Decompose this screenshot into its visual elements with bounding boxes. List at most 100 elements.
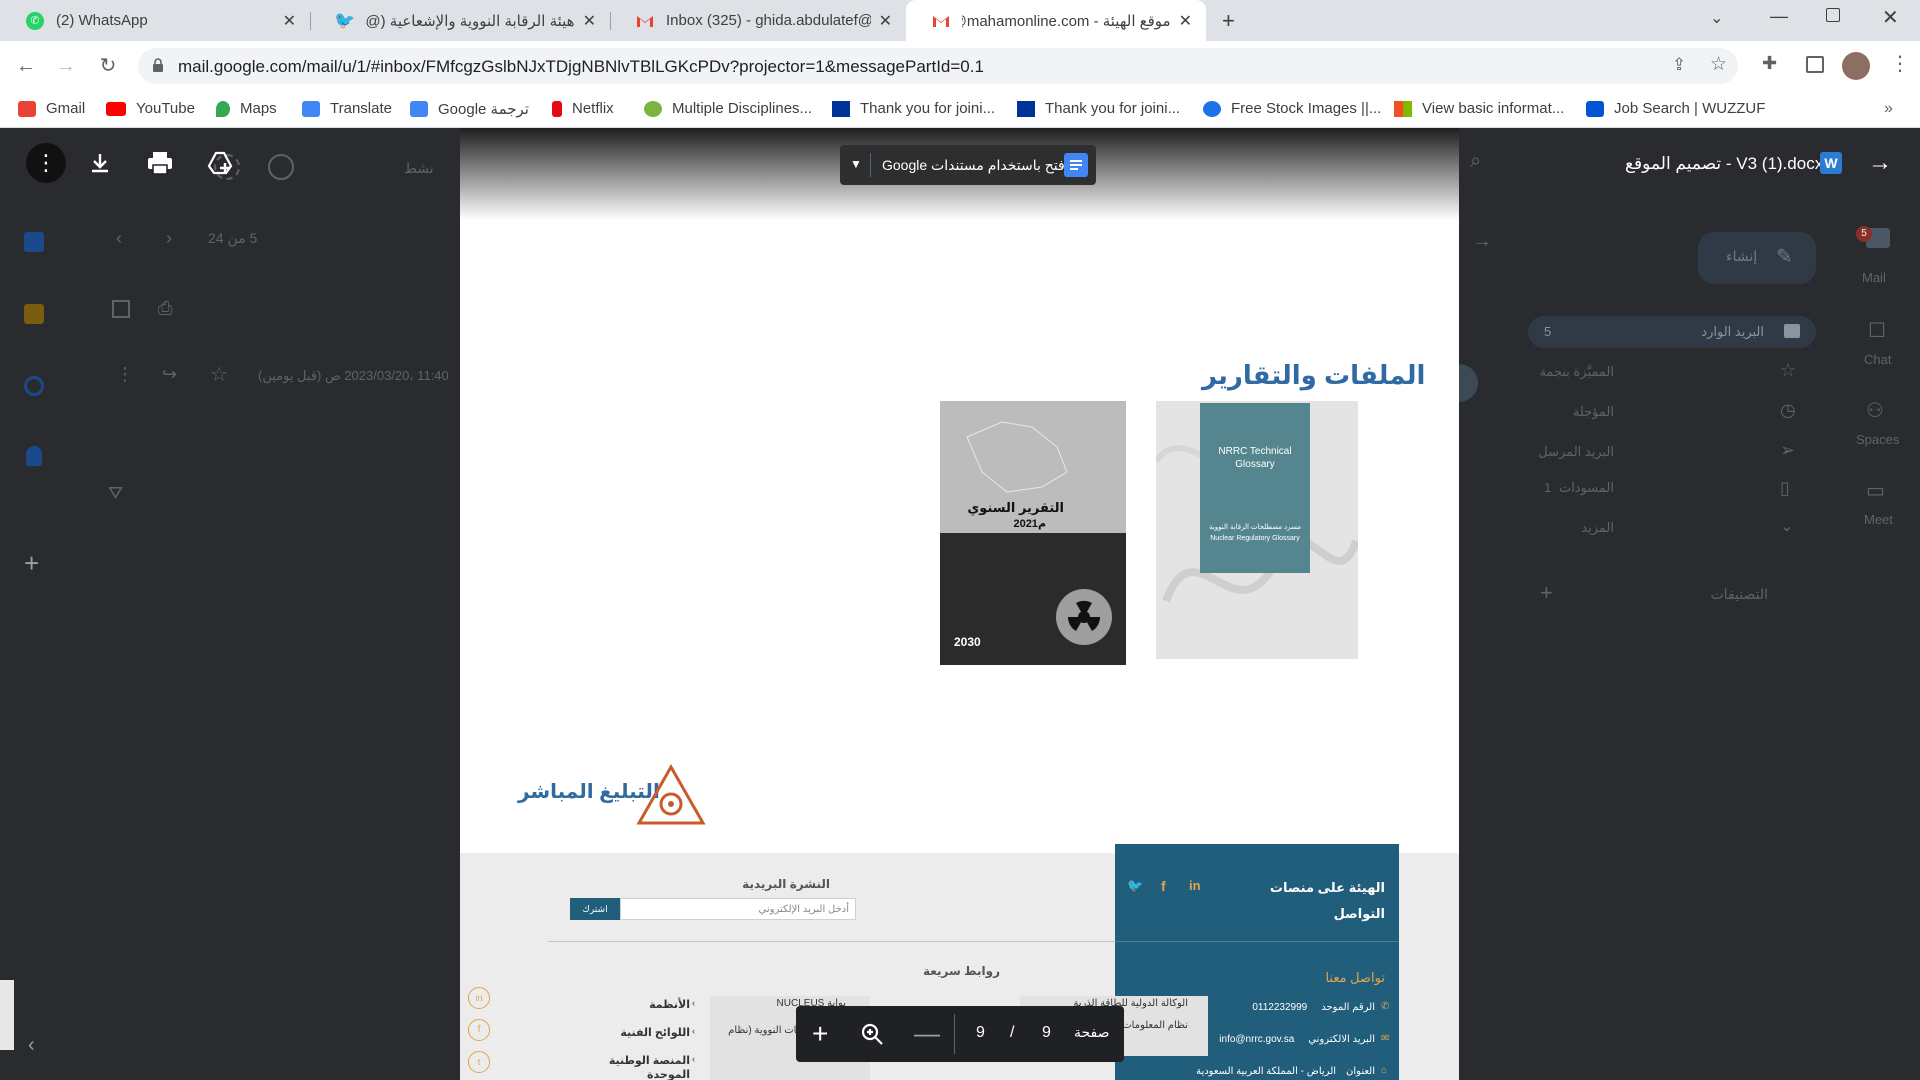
side-panel-icon[interactable] — [1806, 56, 1824, 73]
bookmark-gmail[interactable]: Gmail — [18, 100, 85, 117]
quick-link-laws[interactable]: الأنظمة — [600, 998, 690, 1011]
contact-address-row: الرياض - المملكة العربية السعودية العنوا… — [1121, 1066, 1375, 1077]
reload-icon[interactable]: ↻ — [96, 54, 120, 78]
eu-flag-icon — [832, 100, 850, 117]
tab-twitter[interactable]: 🐦 هيئة الرقابة النووية والإشعاعية (@ ✕ — [310, 0, 610, 41]
gmail-icon — [636, 12, 654, 30]
new-tab-icon[interactable]: + — [1222, 8, 1235, 34]
subscribe-button[interactable]: اشترك — [570, 898, 620, 920]
zoom-out-minus-icon[interactable]: — — [914, 1018, 940, 1049]
zoom-magnifier-icon[interactable] — [860, 1022, 884, 1046]
minimize-icon[interactable]: — — [1770, 6, 1788, 27]
envelope-icon: ✉ — [1381, 1033, 1390, 1044]
chevron-icon: ‹ — [692, 1026, 695, 1036]
saudi-map-outline — [966, 421, 1068, 493]
quick-link-national-platform[interactable]: المنصة الوطنية الموحدة — [580, 1054, 690, 1080]
bookmark-translate[interactable]: Translate — [302, 100, 392, 117]
bookmark-wuzzuf[interactable]: Job Search | WUZZUF — [1586, 100, 1765, 117]
glossary-cover[interactable]: NRRC Technical Glossary مسرد مصطلحات الر… — [1156, 401, 1358, 659]
bookmark-label: Thank you for joini... — [1045, 100, 1181, 117]
close-viewer-arrow-icon[interactable]: → — [1860, 143, 1900, 183]
facebook-icon[interactable]: f — [1161, 878, 1166, 894]
bookmark-view-basic[interactable]: View basic informat... — [1394, 100, 1564, 117]
dropdown-arrow-icon[interactable]: ▼ — [850, 157, 862, 171]
report-title: التقرير السنوي — [967, 500, 1064, 515]
close-icon[interactable]: ✕ — [583, 11, 596, 31]
translate-icon — [302, 100, 320, 117]
compose-button: إنشاء ✎ — [1698, 232, 1816, 284]
folder-more: المزيد — [1581, 520, 1614, 535]
google-docs-icon — [1064, 153, 1088, 177]
tab-search-icon[interactable]: ⌄ — [1710, 8, 1723, 28]
bookmark-star-icon[interactable]: ☆ — [1710, 53, 1727, 76]
linkedin-icon[interactable]: in — [468, 987, 490, 1009]
window-close-icon[interactable]: ✕ — [1882, 5, 1899, 30]
close-icon[interactable]: ✕ — [1179, 11, 1192, 31]
extensions-icon[interactable]: ✚ — [1762, 53, 1777, 74]
bookmark-disciplines[interactable]: Multiple Disciplines... — [644, 100, 812, 117]
share-icon[interactable]: ⇪ — [1672, 55, 1686, 75]
bookmark-maps[interactable]: Maps — [216, 100, 277, 117]
open-with-google-docs-button[interactable]: ▼ فتح باستخدام مستندات Google — [840, 145, 1096, 185]
tab-title: موقع الهيئة - mahamonline.com@ — [962, 12, 1171, 30]
lock-icon — [153, 58, 163, 72]
bookmark-label: Netflix — [572, 100, 614, 117]
folder-sent: البريد المرسل — [1538, 444, 1614, 459]
add-to-drive-icon[interactable] — [200, 143, 240, 183]
linkedin-icon[interactable]: in — [1189, 878, 1201, 893]
newsletter-email-input[interactable]: أدخل البريد الإلكتروني — [620, 898, 856, 920]
section-title: الملفات والتقارير — [1202, 360, 1426, 390]
restore-icon[interactable] — [1826, 8, 1840, 22]
newsletter-placeholder: أدخل البريد الإلكتروني — [758, 904, 849, 915]
bookmark-netflix[interactable]: Netflix — [552, 100, 614, 117]
bookmark-thankyou-2[interactable]: Thank you for joini... — [1017, 100, 1180, 117]
download-icon[interactable] — [80, 143, 120, 183]
facebook-icon[interactable]: f — [468, 1019, 490, 1041]
email-label: البريد الالكتروني — [1308, 1034, 1375, 1045]
folder-drafts: المسودات — [1558, 480, 1614, 495]
folder-label: البريد الوارد — [1701, 324, 1764, 339]
quick-link-regulations[interactable]: اللوائح الفنية — [600, 1026, 690, 1039]
pagination-text: 5 من 24 — [208, 230, 258, 246]
twitter-icon[interactable]: 🐦 — [1127, 878, 1143, 894]
forward-arrow-icon[interactable]: → — [54, 54, 78, 78]
clock-icon: ◷ — [1780, 400, 1796, 420]
more-options-icon[interactable]: ⋮ — [26, 143, 66, 183]
tab-gmail-inbox[interactable]: Inbox (325) - ghida.abdulatef@gi ✕ — [610, 0, 906, 41]
profile-avatar[interactable] — [1842, 52, 1870, 80]
keep-icon — [24, 304, 44, 324]
bookmark-label: Maps — [240, 100, 277, 117]
send-icon: ➢ — [1780, 440, 1796, 460]
more-bookmarks-icon[interactable]: » — [1884, 100, 1893, 118]
next-chevron-icon: › — [166, 228, 172, 248]
back-arrow-icon[interactable]: ← — [14, 54, 38, 78]
biohazard-warning-icon[interactable] — [636, 764, 706, 826]
twitter-icon[interactable]: t — [468, 1051, 490, 1073]
wuzzuf-icon — [1586, 100, 1604, 117]
print-icon[interactable] — [140, 143, 180, 183]
word-file-icon: W — [1820, 152, 1842, 174]
tab-whatsapp[interactable]: ✆ (2) WhatsApp ✕ — [0, 0, 310, 41]
bookmark-thankyou-1[interactable]: Thank you for joini... — [832, 100, 995, 117]
home-icon: ⌂ — [1381, 1065, 1388, 1076]
tab-active-message[interactable]: موقع الهيئة - mahamonline.com@ ✕ — [906, 0, 1206, 41]
annual-report-cover[interactable]: التقرير السنوي 2021م 2030 — [940, 401, 1126, 665]
url-text: mail.google.com/mail/u/1/#inbox/FMfcgzGs… — [178, 57, 984, 76]
close-icon[interactable]: ✕ — [879, 11, 892, 31]
newsletter-title: النشرة البريدية — [742, 877, 830, 891]
labels-heading: التصنيفات — [1710, 586, 1769, 602]
tab-title: هيئة الرقابة النووية والإشعاعية (@ — [366, 12, 575, 30]
bookmark-stock-images[interactable]: Free Stock Images ||... — [1203, 100, 1381, 117]
address-bar[interactable]: mail.google.com/mail/u/1/#inbox/FMfcgzGs… — [138, 48, 1738, 84]
menu-kebab-icon[interactable]: ⋮ — [1890, 51, 1910, 76]
chevron-down-icon: ⌄ — [1780, 518, 1794, 535]
close-icon[interactable]: ✕ — [283, 11, 296, 31]
current-page-input[interactable]: 9 — [1042, 1024, 1051, 1042]
twitter-icon: 🐦 — [334, 10, 356, 30]
bookmark-translate-ar[interactable]: Google ترجمة — [410, 100, 529, 118]
quick-links-title: روابط سريعة — [923, 964, 1000, 978]
zoom-in-plus-icon[interactable]: + — [812, 1018, 828, 1050]
drafts-count: 1 — [1544, 480, 1552, 495]
bookmark-label: View basic informat... — [1422, 100, 1565, 117]
bookmark-youtube[interactable]: YouTube — [106, 100, 195, 117]
